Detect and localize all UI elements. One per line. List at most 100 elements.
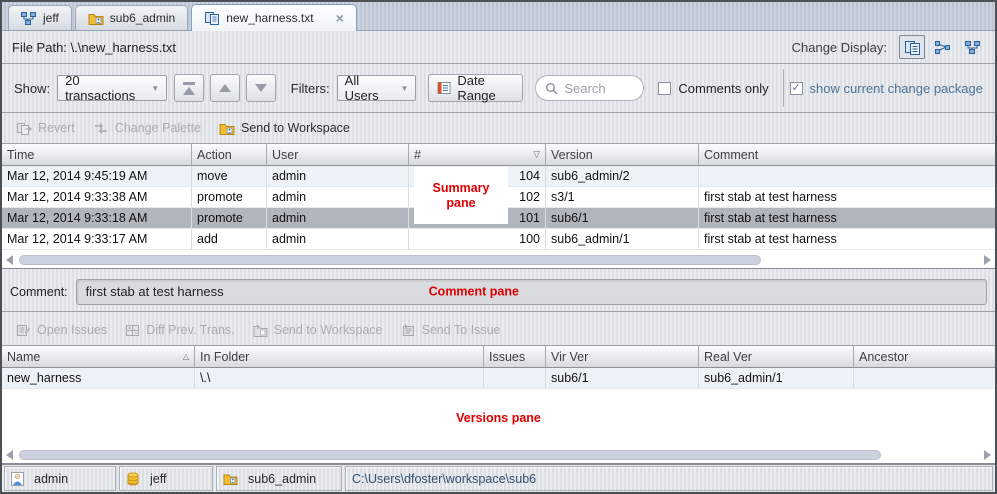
- col-name[interactable]: Name △: [2, 346, 195, 368]
- send-to-workspace-label: Send to Workspace: [274, 323, 383, 337]
- status-workspace-label: sub6_admin: [248, 472, 316, 486]
- cell-issues: [484, 368, 546, 388]
- status-bar: admin jeff sub6_admin C:\Users\dfoster\w…: [2, 463, 995, 492]
- col-vir-ver[interactable]: Vir Ver: [546, 346, 699, 368]
- tab-new-harness[interactable]: new_harness.txt ×: [191, 4, 357, 31]
- col-user[interactable]: User: [267, 144, 409, 166]
- diff-prev-trans-button[interactable]: Diff Prev. Trans.: [125, 323, 234, 337]
- status-workspace[interactable]: sub6_admin: [216, 466, 342, 491]
- change-display-graph-icon[interactable]: [929, 35, 955, 59]
- comments-only-checkbox[interactable]: Comments only: [658, 81, 768, 96]
- change-package-label: show current change package: [810, 81, 983, 96]
- summary-horizontal-scrollbar[interactable]: [2, 252, 995, 268]
- cell-time: Mar 12, 2014 9:33:17 AM: [2, 229, 192, 249]
- cell-user: admin: [267, 208, 409, 228]
- cell-number: 100: [409, 229, 546, 249]
- table-row[interactable]: new_harness \.\ sub6/1 sub6_admin/1: [2, 368, 995, 389]
- col-name-label: Name: [7, 350, 40, 364]
- diff-icon: [125, 324, 140, 337]
- summary-rows: Mar 12, 2014 9:45:19 AM move admin 104 s…: [2, 166, 995, 252]
- go-down-button[interactable]: [246, 74, 276, 102]
- change-palette-icon: [93, 122, 109, 135]
- col-in-folder[interactable]: In Folder: [195, 346, 484, 368]
- cell-action: add: [192, 229, 267, 249]
- col-issues[interactable]: Issues: [484, 346, 546, 368]
- cell-vir-ver: sub6/1: [546, 368, 699, 388]
- status-path-label: C:\Users\dfoster\workspace\sub6: [352, 472, 536, 486]
- versions-toolbar: Open Issues Diff Prev. Trans. Send to Wo…: [2, 315, 995, 346]
- history-icon: [204, 11, 220, 25]
- scroll-right-icon[interactable]: [984, 450, 991, 460]
- date-range-label: Date Range: [457, 73, 514, 103]
- change-package-checkbox[interactable]: ✓ show current change package: [790, 81, 983, 96]
- change-palette-button[interactable]: Change Palette: [93, 121, 201, 135]
- col-ancestor[interactable]: Ancestor: [854, 346, 995, 368]
- date-range-button[interactable]: Date Range: [428, 74, 523, 102]
- open-issues-button[interactable]: Open Issues: [16, 323, 107, 337]
- filters-select[interactable]: All Users ▼: [337, 75, 417, 101]
- table-row[interactable]: Mar 12, 2014 9:33:17 AM add admin 100 su…: [2, 229, 995, 250]
- send-to-issue-button[interactable]: Send To Issue: [401, 323, 501, 337]
- close-icon[interactable]: ×: [336, 11, 344, 25]
- checkbox-unchecked-icon: [658, 82, 671, 95]
- search-input[interactable]: [564, 81, 634, 96]
- col-number[interactable]: # ▽: [409, 144, 546, 166]
- col-number-label: #: [414, 148, 421, 162]
- change-display-tree-icon[interactable]: [959, 35, 985, 59]
- versions-horizontal-scrollbar[interactable]: [2, 447, 995, 463]
- scrollbar-thumb[interactable]: [19, 450, 881, 460]
- go-up-button[interactable]: [210, 74, 240, 102]
- status-user[interactable]: admin: [4, 466, 116, 491]
- sort-asc-icon: △: [183, 352, 189, 361]
- depot-icon: [126, 472, 140, 486]
- send-to-workspace-button[interactable]: Send to Workspace: [219, 121, 350, 135]
- change-display-table-icon[interactable]: [899, 35, 925, 59]
- send-to-workspace-button-disabled[interactable]: Send to Workspace: [253, 323, 383, 337]
- change-display-label: Change Display:: [792, 40, 887, 55]
- scroll-left-icon[interactable]: [6, 255, 13, 265]
- cell-user: admin: [267, 166, 409, 186]
- comment-label: Comment:: [10, 285, 68, 299]
- send-to-workspace-label: Send to Workspace: [241, 121, 350, 135]
- user-icon: [11, 472, 24, 486]
- cell-time: Mar 12, 2014 9:33:38 AM: [2, 187, 192, 207]
- col-real-ver[interactable]: Real Ver: [699, 346, 854, 368]
- versions-empty-area: Versions pane: [2, 389, 995, 447]
- scrollbar-thumb[interactable]: [19, 255, 761, 265]
- cell-comment: [699, 166, 995, 186]
- col-time[interactable]: Time: [2, 144, 192, 166]
- send-to-workspace-gray-icon: [253, 324, 268, 337]
- comments-only-label: Comments only: [678, 81, 768, 96]
- comment-pane: Comment: first stab at test harness Comm…: [2, 272, 995, 312]
- tab-jeff[interactable]: jeff: [8, 5, 72, 30]
- comment-field[interactable]: first stab at test harness Comment pane: [76, 279, 987, 305]
- cell-action: promote: [192, 187, 267, 207]
- col-action[interactable]: Action: [192, 144, 267, 166]
- scroll-left-icon[interactable]: [6, 450, 13, 460]
- workspace-icon: [223, 473, 238, 485]
- revert-icon: [16, 122, 32, 135]
- cell-comment: first stab at test harness: [699, 229, 995, 249]
- cell-comment: first stab at test harness: [699, 187, 995, 207]
- cell-version: sub6/1: [546, 208, 699, 228]
- main-toolbar: Show: 20 transactions ▼ Filters: All Use…: [2, 64, 995, 113]
- checkbox-checked-icon: ✓: [790, 82, 803, 95]
- sort-desc-icon: ▽: [533, 149, 540, 160]
- workspace-icon: [88, 12, 104, 25]
- col-version[interactable]: Version: [546, 144, 699, 166]
- diff-prev-trans-label: Diff Prev. Trans.: [146, 323, 234, 337]
- show-transactions-select[interactable]: 20 transactions ▼: [57, 75, 167, 101]
- status-depot[interactable]: jeff: [119, 466, 213, 491]
- col-comment[interactable]: Comment: [699, 144, 995, 166]
- send-to-issue-label: Send To Issue: [422, 323, 501, 337]
- stream-browser-icon: [21, 12, 37, 25]
- cell-user: admin: [267, 187, 409, 207]
- cell-ancestor: [854, 368, 995, 388]
- search-box[interactable]: [535, 75, 644, 101]
- scroll-right-icon[interactable]: [984, 255, 991, 265]
- toolbar-separator: [783, 69, 784, 107]
- tab-sub6-admin[interactable]: sub6_admin: [75, 5, 188, 30]
- revert-button[interactable]: Revert: [16, 121, 75, 135]
- go-to-top-button[interactable]: [174, 74, 204, 102]
- file-path-bar: File Path: \.\new_harness.txt Change Dis…: [2, 31, 995, 64]
